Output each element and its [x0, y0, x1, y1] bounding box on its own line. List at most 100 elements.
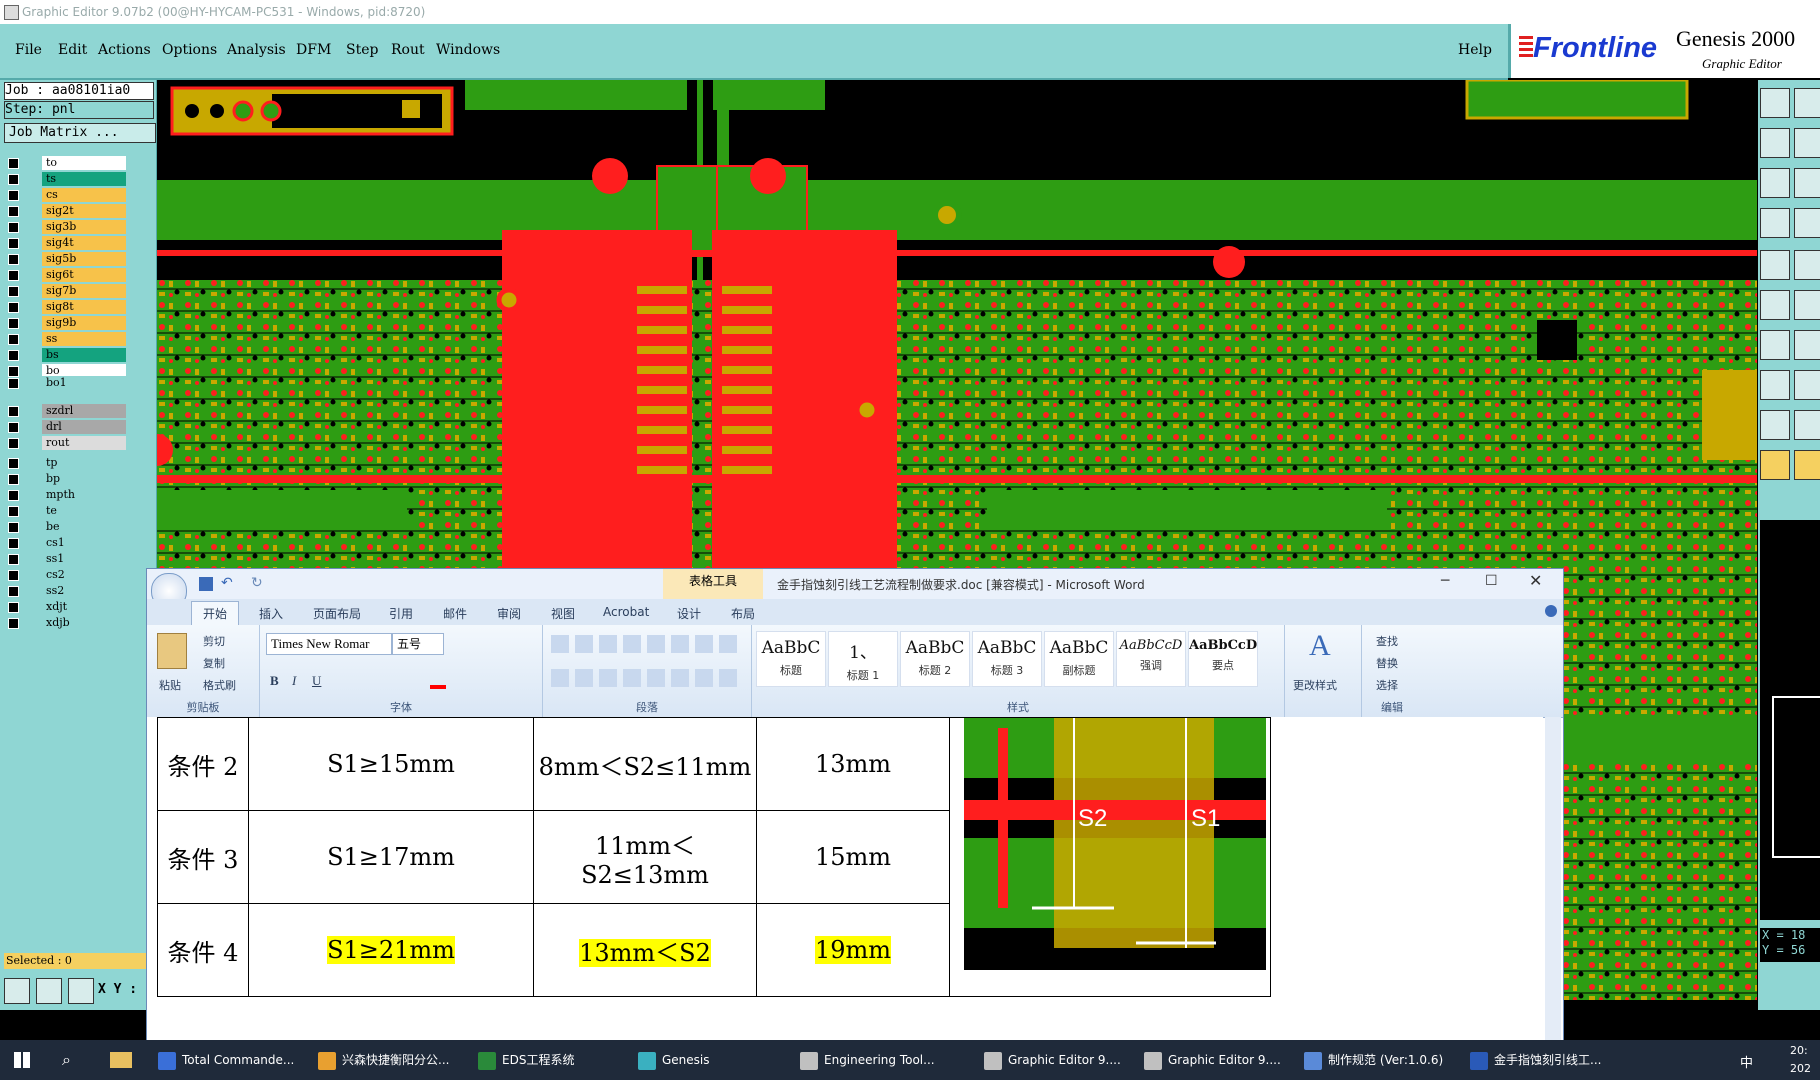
delete-icon[interactable]	[1794, 250, 1820, 280]
style-key-point[interactable]: AaBbCcD 要点	[1188, 631, 1258, 687]
minimize-button[interactable]: ─	[1441, 573, 1449, 589]
taskbar-item[interactable]: Genesis	[638, 1040, 710, 1080]
table-cell[interactable]: 条件 2	[157, 717, 249, 811]
layer-be[interactable]: be	[4, 520, 126, 534]
layer-drl[interactable]: drl	[4, 420, 126, 434]
menu-step[interactable]: Step	[346, 42, 378, 58]
layer-checkbox[interactable]	[8, 490, 19, 501]
layer-checkbox[interactable]	[8, 378, 19, 389]
replace-button[interactable]: 替换	[1376, 655, 1398, 671]
taskbar-item[interactable]: 兴森快捷衡阳分公...	[318, 1040, 449, 1080]
layer-checkbox[interactable]	[8, 522, 19, 533]
layer-cs2[interactable]: cs2	[4, 568, 126, 582]
bold-button[interactable]: B	[270, 673, 279, 689]
pad-icon[interactable]	[1760, 370, 1790, 400]
export-icon[interactable]	[1760, 88, 1790, 118]
layer-checkbox[interactable]	[8, 618, 19, 629]
layer-ss[interactable]: ss	[4, 332, 126, 346]
tab-insert[interactable]: 插入	[259, 605, 283, 622]
layer-sig9b[interactable]: sig9b	[4, 316, 126, 330]
layer-sig7b[interactable]: sig7b	[4, 284, 126, 298]
style-title[interactable]: AaBbC 标题	[756, 631, 826, 687]
layer-checkbox[interactable]	[8, 254, 19, 265]
table-cell-highlighted[interactable]: S1≥21mm	[248, 903, 534, 997]
snap-icon[interactable]	[1760, 208, 1790, 238]
file-explorer-icon[interactable]	[110, 1052, 132, 1068]
tab-view[interactable]: 视图	[551, 605, 575, 622]
search-icon[interactable]: ⌕	[62, 1050, 71, 1070]
layer-checkbox[interactable]	[8, 158, 19, 169]
taskbar-item[interactable]: Total Commande...	[158, 1040, 294, 1080]
layer-mpth[interactable]: mpth	[4, 488, 126, 502]
layer-checkbox[interactable]	[8, 350, 19, 361]
triangle-warning-icon[interactable]	[1760, 410, 1790, 440]
layer-to[interactable]: to	[4, 156, 126, 170]
style-emphasis[interactable]: AaBbCcD 强调	[1116, 631, 1186, 687]
layer-sig8t[interactable]: sig8t	[4, 300, 126, 314]
undo-icon[interactable]: ↶	[221, 575, 233, 591]
layer-checkbox[interactable]	[8, 506, 19, 517]
pan-icon[interactable]	[1794, 168, 1820, 198]
layer-checkbox[interactable]	[8, 190, 19, 201]
page-icon[interactable]	[1794, 128, 1820, 158]
style-heading-1[interactable]: 1、 标题 1	[828, 631, 898, 687]
maximize-button[interactable]: ☐	[1485, 573, 1498, 589]
table-cell[interactable]: 8mm＜S2≤11mm	[533, 717, 757, 811]
line-icon[interactable]	[1794, 330, 1820, 360]
layer-xdjb[interactable]: xdjb	[4, 616, 126, 630]
tab-mailings[interactable]: 邮件	[443, 605, 467, 622]
table-cell[interactable]: S1≥17mm	[248, 810, 534, 904]
list-buttons[interactable]	[551, 635, 741, 653]
table-cell[interactable]: 条件 3	[157, 810, 249, 904]
layer-rout[interactable]: rout	[4, 436, 126, 450]
layer-checkbox[interactable]	[8, 286, 19, 297]
measure-icon[interactable]	[1760, 330, 1790, 360]
vertical-scrollbar[interactable]	[1545, 717, 1561, 1041]
layer-sig6t[interactable]: sig6t	[4, 268, 126, 282]
table-cell[interactable]: 11mm＜S2≤13mm	[533, 810, 757, 904]
select-button[interactable]: 选择	[1376, 677, 1398, 693]
cut-button[interactable]: 剪切	[203, 633, 225, 649]
select-icon[interactable]	[1794, 450, 1820, 480]
copy-button[interactable]: 复制	[203, 655, 225, 671]
taskbar-item[interactable]: Graphic Editor 9....	[984, 1040, 1121, 1080]
layer-te[interactable]: te	[4, 504, 126, 518]
clock-date[interactable]: 202	[1790, 1062, 1811, 1075]
fit-screen-icon[interactable]	[1760, 168, 1790, 198]
layer-checkbox[interactable]	[8, 586, 19, 597]
window-titlebar[interactable]: Graphic Editor 9.07b2 (00@HY-HYCAM-PC531…	[0, 0, 1820, 25]
tab-home[interactable]: 开始	[203, 605, 227, 622]
layer-checkbox[interactable]	[8, 438, 19, 449]
style-heading-3[interactable]: AaBbC 标题 3	[972, 631, 1042, 687]
layer-checkbox[interactable]	[8, 602, 19, 613]
layer-sig3b[interactable]: sig3b	[4, 220, 126, 234]
tab-review[interactable]: 审阅	[497, 605, 521, 622]
job-matrix-button[interactable]: Job Matrix ...	[4, 123, 156, 143]
layer-checkbox[interactable]	[8, 474, 19, 485]
menu-rout[interactable]: Rout	[391, 42, 425, 58]
layer-checkbox[interactable]	[8, 222, 19, 233]
monitor-icon[interactable]	[1794, 88, 1820, 118]
menu-edit[interactable]: Edit	[58, 42, 87, 58]
layer-checkbox[interactable]	[8, 302, 19, 313]
layer-sig4t[interactable]: sig4t	[4, 236, 126, 250]
layer-bp[interactable]: bp	[4, 472, 126, 486]
layer-checkbox[interactable]	[8, 270, 19, 281]
layer-cs[interactable]: cs	[4, 188, 126, 202]
tab-design[interactable]: 设计	[677, 605, 701, 622]
layer-ss1[interactable]: ss1	[4, 552, 126, 566]
layer-sig2t[interactable]: sig2t	[4, 204, 126, 218]
font-size-select[interactable]: 五号	[392, 633, 444, 655]
layer-checkbox[interactable]	[8, 538, 19, 549]
zoom-area-icon[interactable]	[36, 978, 62, 1004]
menu-options[interactable]: Options	[162, 42, 217, 58]
mini-map[interactable]	[1760, 520, 1820, 920]
taskbar-item[interactable]: 制作规范 (Ver:1.0.6)	[1304, 1040, 1443, 1080]
layer-checkbox[interactable]	[8, 554, 19, 565]
font-name-select[interactable]: Times New Romar	[266, 633, 392, 655]
minus-icon[interactable]	[1794, 370, 1820, 400]
menu-actions[interactable]: Actions	[98, 42, 151, 58]
taskbar-item[interactable]: Engineering Tool...	[800, 1040, 935, 1080]
paste-icon[interactable]	[157, 633, 187, 669]
menu-file[interactable]: File	[15, 42, 42, 58]
